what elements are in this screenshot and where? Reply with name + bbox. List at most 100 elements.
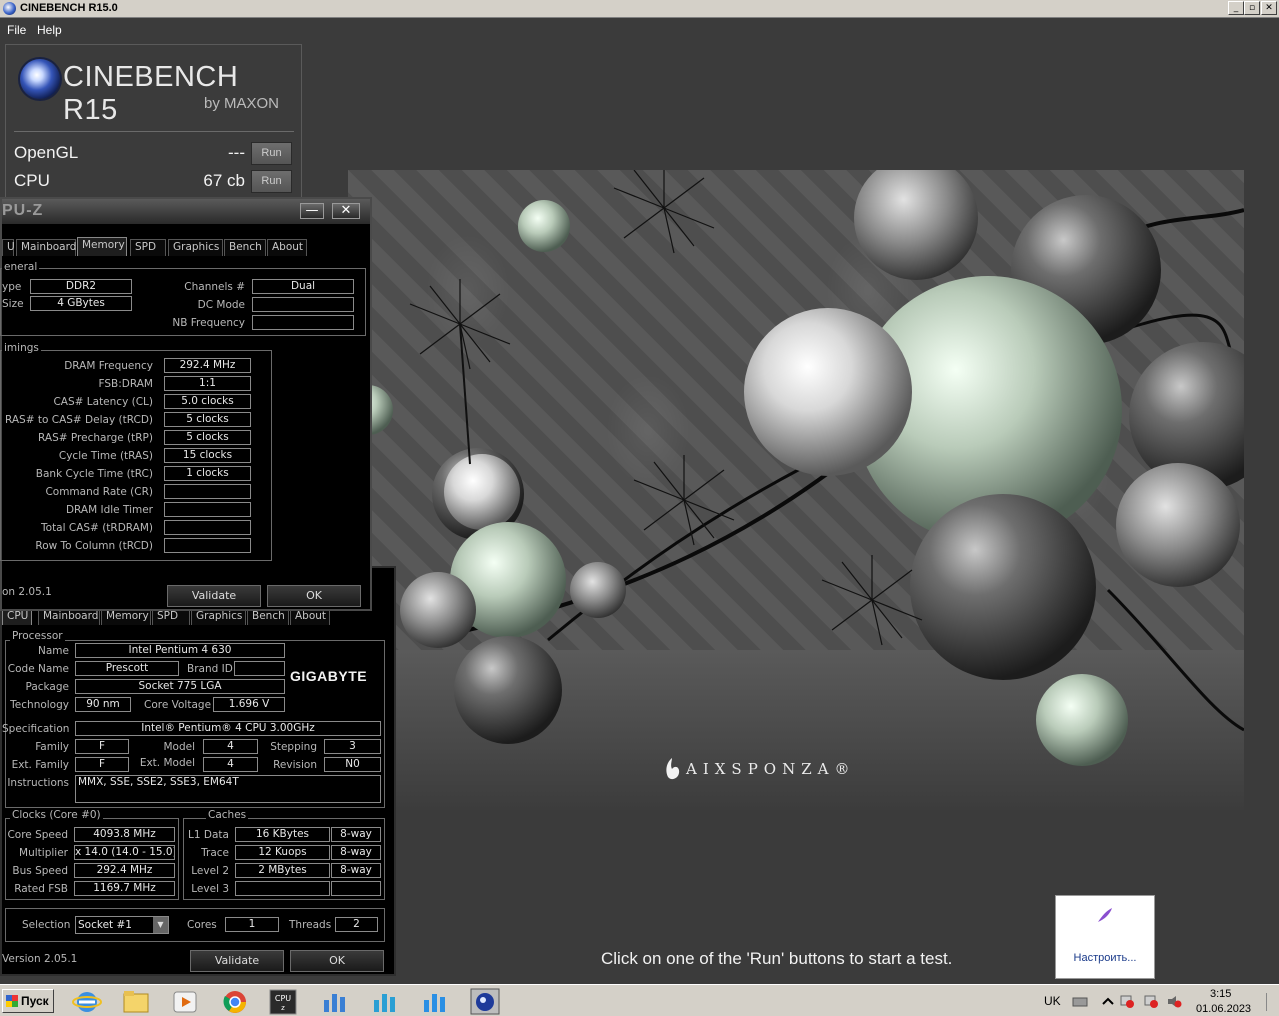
chrome-icon[interactable] <box>220 988 250 1015</box>
cinebench-logo-subtitle: by MAXON <box>204 95 280 112</box>
cinebench-taskbar-icon[interactable] <box>470 988 500 1015</box>
multiplier-label: Multiplier <box>19 847 68 859</box>
family-field: F <box>75 739 129 754</box>
nb-frequency-field <box>252 315 354 330</box>
benchmark-chart-icon[interactable] <box>320 988 350 1015</box>
model-field: 4 <box>203 739 258 754</box>
timing-value: 5 clocks <box>164 412 251 427</box>
specification-label: Specification <box>2 723 70 735</box>
restore-button[interactable]: ▫ <box>1244 1 1260 15</box>
cpuz-cpu-window: CPU Mainboard Memory SPD Graphics Bench … <box>0 566 396 976</box>
version-label: Version 2.05.1 <box>2 953 78 965</box>
brandid-field <box>234 661 285 676</box>
selection-dropdown[interactable]: Socket #1 ▼ <box>75 916 169 934</box>
cpuz-title: PU-Z <box>2 202 44 219</box>
cpuz-taskbar-icon[interactable]: CPUz <box>268 988 298 1015</box>
ok-button[interactable]: OK <box>290 950 384 972</box>
cpuz-close-button[interactable]: ✕ <box>332 203 360 219</box>
notification-widget[interactable]: Настроить... <box>1055 895 1155 979</box>
revision-label: Revision <box>273 759 317 771</box>
cpu-label: CPU <box>14 171 50 190</box>
corevoltage-label: Core Voltage <box>144 699 212 711</box>
status-message: Click on one of the 'Run' buttons to sta… <box>601 949 953 968</box>
tab-bench[interactable]: Bench <box>224 239 266 256</box>
start-button[interactable]: Пуск <box>2 989 54 1013</box>
clock-date[interactable]: 01.06.2023 <box>1196 1003 1251 1015</box>
chevron-up-icon[interactable] <box>1100 994 1116 1009</box>
cpuz-memory-window: PU-Z — ✕ U Mainboard Memory SPD Graphics… <box>0 197 372 611</box>
cache-l2-ways: 8-way <box>331 863 381 878</box>
stepping-field: 3 <box>324 739 381 754</box>
feather-icon <box>1098 908 1112 922</box>
timing-label: Bank Cycle Time (tRC) <box>35 468 153 480</box>
tab-about[interactable]: About <box>267 239 307 256</box>
chevron-down-icon[interactable]: ▼ <box>153 917 168 933</box>
timing-label: DRAM Frequency <box>64 360 153 372</box>
timing-value <box>164 520 251 535</box>
render-preview: AIXSPONZA® <box>348 170 1244 810</box>
close-button[interactable]: ✕ <box>1261 1 1277 15</box>
validate-button[interactable]: Validate <box>167 585 261 607</box>
menu-file[interactable]: File <box>7 23 26 37</box>
window-title: CINEBENCH R15.0 <box>20 2 118 14</box>
timing-label: RAS# Precharge (tRP) <box>38 432 153 444</box>
timing-label: Total CAS# (tRDRAM) <box>41 522 153 534</box>
display-error-icon[interactable] <box>1143 994 1159 1009</box>
timing-value <box>164 538 251 553</box>
cache-l1-size: 16 KBytes <box>235 827 330 842</box>
menu-help[interactable]: Help <box>37 23 62 37</box>
validate-button[interactable]: Validate <box>190 950 284 972</box>
tab-cpu[interactable]: U <box>2 239 15 256</box>
cache-l2-label: Level 2 <box>191 865 229 877</box>
ok-button[interactable]: OK <box>267 585 361 607</box>
codename-label: Code Name <box>7 663 69 675</box>
timing-label: FSB:DRAM <box>98 378 153 390</box>
keyboard-icon[interactable] <box>1072 994 1088 1009</box>
family-label: Family <box>35 741 69 753</box>
corespeed-label: Core Speed <box>7 829 68 841</box>
cpuz-minimize-button[interactable]: — <box>300 203 324 219</box>
minimize-button[interactable]: _ <box>1228 1 1244 15</box>
type-label: ype <box>2 281 22 293</box>
tab-spd[interactable]: SPD <box>130 239 166 256</box>
divider <box>14 131 294 132</box>
cpu-run-button[interactable]: Run <box>251 170 292 193</box>
dc-mode-field <box>252 297 354 312</box>
cores-label: Cores <box>187 919 217 931</box>
notification-settings-link[interactable]: Настроить... <box>1056 952 1154 964</box>
codename-field: Prescott <box>75 661 179 676</box>
tab-graphics[interactable]: Graphics <box>168 239 223 256</box>
threads-field: 2 <box>335 917 378 932</box>
taskbar: Пуск CPU z UK 3:15 01.06.2023 <box>0 984 1279 1016</box>
language-indicator[interactable]: UK <box>1044 994 1061 1008</box>
stepping-label: Stepping <box>270 741 317 753</box>
revision-field: N0 <box>324 757 381 772</box>
internet-explorer-icon[interactable] <box>72 988 102 1015</box>
timing-value: 1 clocks <box>164 466 251 481</box>
windows-flag-icon <box>6 995 18 1007</box>
file-explorer-icon[interactable] <box>121 988 151 1015</box>
opengl-run-button[interactable]: Run <box>251 142 292 165</box>
timing-value: 5 clocks <box>164 430 251 445</box>
instructions-label: Instructions <box>7 777 69 789</box>
cache-l1-label: L1 Data <box>188 829 229 841</box>
clock-time[interactable]: 3:15 <box>1210 988 1231 1000</box>
tab-memory[interactable]: Memory <box>77 237 127 256</box>
tab-mainboard[interactable]: Mainboard <box>16 239 76 256</box>
benchmark-chart-icon-3[interactable] <box>420 988 450 1015</box>
svg-text:CPU: CPU <box>275 994 291 1003</box>
timing-label: CAS# Latency (CL) <box>53 396 153 408</box>
corevoltage-field: 1.696 V <box>213 697 285 712</box>
general-group-title: eneral <box>2 261 40 273</box>
cache-l1-ways: 8-way <box>331 827 381 842</box>
show-desktop-button[interactable] <box>1266 993 1276 1011</box>
volume-muted-icon[interactable] <box>1166 994 1182 1009</box>
media-player-icon[interactable] <box>170 988 200 1015</box>
cinebench-logo-icon <box>20 59 60 99</box>
network-error-icon[interactable] <box>1119 994 1135 1009</box>
cache-l2-size: 2 MBytes <box>235 863 330 878</box>
timing-value: 15 clocks <box>164 448 251 463</box>
benchmark-chart-icon-2[interactable] <box>370 988 400 1015</box>
processor-group-title: Processor <box>10 630 65 642</box>
brandid-label: Brand ID <box>187 663 233 675</box>
